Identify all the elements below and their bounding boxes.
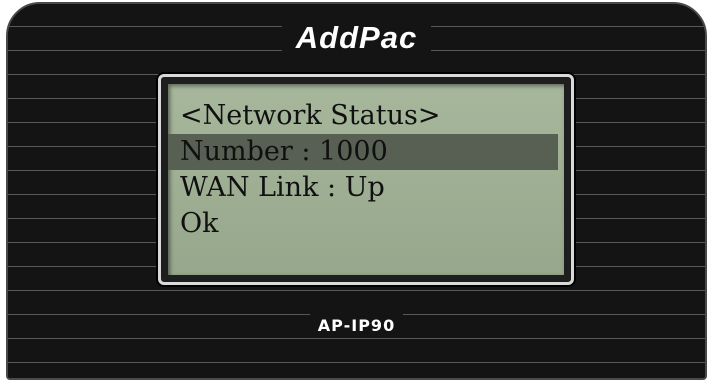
phone-device: AddPac <Network Status> Number : 1000 WA… [6, 2, 707, 380]
lcd-bezel: <Network Status> Number : 1000 WAN Link … [158, 74, 574, 285]
brand-name: AddPac [281, 20, 432, 56]
model-label: AP-IP90 [8, 314, 705, 337]
lcd-line-ok[interactable]: Ok [168, 206, 564, 242]
model-name: AP-IP90 [309, 314, 404, 337]
lcd-screen: <Network Status> Number : 1000 WAN Link … [168, 84, 564, 275]
lcd-menu-title: <Network Status> [180, 100, 441, 131]
lcd-line-wan-link[interactable]: WAN Link : Up [168, 170, 564, 206]
brand-logo: AddPac [8, 20, 705, 56]
lcd-line-number[interactable]: Number : 1000 [168, 134, 558, 170]
